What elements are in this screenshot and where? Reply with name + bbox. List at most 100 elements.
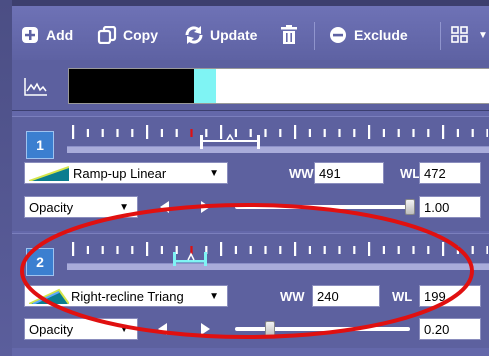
add-button[interactable]: Add — [20, 24, 73, 46]
layout-dropdown-button[interactable]: ▼ — [450, 24, 488, 46]
ruler-tick — [146, 242, 149, 256]
ruler-tick — [456, 129, 459, 137]
colormap-preview-row — [12, 60, 489, 111]
increase-button[interactable] — [201, 323, 210, 335]
ruler-tick — [412, 246, 415, 254]
copy-icon — [97, 25, 117, 45]
delete-button[interactable] — [279, 24, 305, 46]
decrease-button[interactable] — [158, 323, 167, 335]
opacity-slider-thumb[interactable] — [405, 199, 415, 215]
ruler-tick — [442, 125, 445, 139]
chevron-down-icon: ▼ — [478, 29, 488, 41]
chevron-down-icon: ▼ — [119, 201, 129, 213]
exclude-button[interactable]: Exclude — [328, 24, 408, 46]
range-track[interactable] — [67, 263, 489, 270]
range-ruler — [72, 242, 488, 256]
channel-mode-value: Opacity — [29, 321, 74, 337]
toolbar: Add Copy Update Exclude ▼ — [12, 6, 489, 61]
transfer-function-2: 2 Right-recline Triang ▼ WW 240 WL 199 O… — [12, 233, 489, 348]
ruler-tick — [427, 129, 430, 137]
ruler-tick — [131, 246, 134, 254]
plus-circle-icon — [20, 25, 40, 45]
ww-input[interactable]: 240 — [312, 285, 380, 307]
ruler-tick — [323, 246, 326, 254]
histogram-icon[interactable] — [24, 77, 48, 97]
ruler-tick — [308, 246, 311, 254]
range-track[interactable] — [67, 146, 489, 153]
ruler-tick — [486, 246, 488, 254]
opacity-slider-track[interactable] — [235, 205, 410, 209]
ww-input[interactable]: 491 — [314, 162, 384, 184]
ruler-tick — [160, 129, 163, 137]
copy-button[interactable]: Copy — [97, 24, 158, 46]
ruler-tick — [146, 125, 149, 139]
ruler-tick — [175, 129, 178, 137]
ramp-up-icon — [29, 166, 69, 181]
ruler-tick — [116, 129, 119, 137]
add-label: Add — [46, 27, 74, 43]
opacity-slider-thumb[interactable] — [265, 321, 275, 337]
ruler-tick — [72, 242, 75, 256]
opacity-input[interactable]: 1.00 — [419, 196, 481, 218]
ruler-tick — [86, 129, 89, 137]
triangle-icon — [29, 288, 69, 304]
ruler-tick — [308, 129, 311, 137]
colormap-strip — [68, 68, 489, 104]
ruler-tick — [234, 246, 237, 254]
ruler-tick — [368, 242, 371, 256]
ruler-tick — [279, 246, 282, 254]
chevron-down-icon: ▼ — [119, 323, 129, 335]
ruler-tick — [456, 246, 459, 254]
function-number[interactable]: 2 — [26, 248, 54, 276]
function-type-select[interactable]: Ramp-up Linear ▼ — [24, 162, 228, 184]
increase-button[interactable] — [201, 201, 210, 213]
left-border — [0, 0, 12, 356]
ruler-tick — [471, 129, 474, 137]
wl-input[interactable]: 472 — [419, 162, 481, 184]
channel-mode-select[interactable]: Opacity ▼ — [24, 196, 138, 218]
ruler-tick — [86, 246, 89, 254]
range-handle[interactable] — [172, 251, 208, 267]
ruler-tick — [353, 246, 356, 254]
wl-input[interactable]: 199 — [419, 285, 481, 307]
refresh-icon — [184, 25, 204, 45]
chevron-down-icon: ▼ — [209, 167, 219, 179]
ruler-tick — [101, 129, 104, 137]
decrease-button[interactable] — [160, 201, 169, 213]
ruler-tick — [116, 246, 119, 254]
ruler-tick — [397, 129, 400, 137]
range-handle[interactable] — [199, 134, 261, 150]
ruler-tick — [72, 125, 75, 139]
ruler-tick — [382, 246, 385, 254]
ruler-tick — [160, 246, 163, 254]
colormap-cyan-segment — [194, 69, 216, 103]
transfer-function-panel: Add Copy Update Exclude ▼ 1 Ramp-up Line… — [0, 0, 489, 356]
ruler-tick — [101, 246, 104, 254]
range-ruler — [72, 125, 488, 139]
ruler-tick — [249, 246, 252, 254]
ruler-tick — [368, 125, 371, 139]
ruler-marker — [190, 129, 193, 137]
toolbar-separator — [440, 22, 441, 50]
grid-icon — [450, 25, 470, 45]
exclude-label: Exclude — [354, 27, 408, 43]
channel-mode-select[interactable]: Opacity ▼ — [24, 318, 138, 340]
opacity-slider-track[interactable] — [235, 327, 410, 331]
opacity-input[interactable]: 0.20 — [419, 318, 481, 340]
function-type-value: Ramp-up Linear — [73, 165, 167, 181]
ruler-tick — [353, 129, 356, 137]
function-type-select[interactable]: Right-recline Triang ▼ — [24, 285, 228, 307]
ruler-tick — [264, 246, 267, 254]
ww-label: WW — [280, 289, 305, 304]
ruler-tick — [220, 242, 223, 256]
ruler-tick — [294, 242, 297, 256]
minus-circle-icon — [328, 25, 348, 45]
wl-label: WL — [400, 166, 421, 181]
update-button[interactable]: Update — [184, 24, 257, 46]
update-label: Update — [210, 27, 258, 43]
ruler-tick — [338, 129, 341, 137]
ruler-tick — [442, 242, 445, 256]
chevron-down-icon: ▼ — [209, 290, 219, 302]
function-number[interactable]: 1 — [26, 131, 54, 159]
channel-mode-value: Opacity — [29, 199, 74, 215]
